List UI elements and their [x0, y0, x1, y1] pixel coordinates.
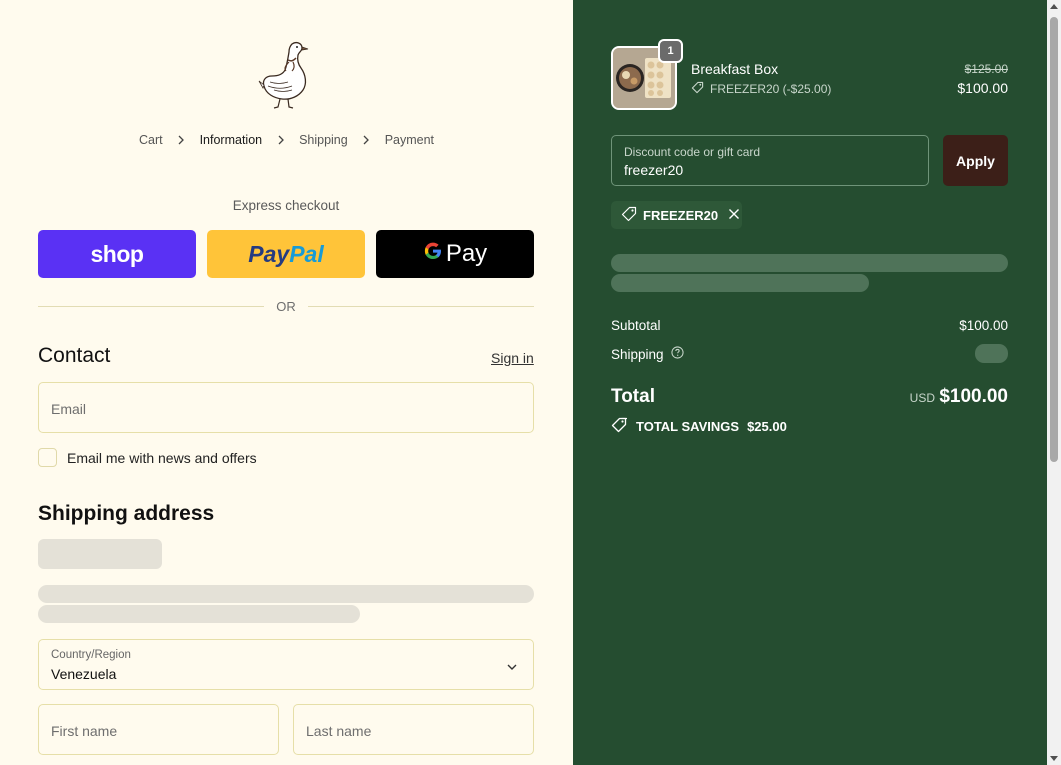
close-icon[interactable]	[728, 208, 740, 223]
loading-skeleton	[611, 274, 869, 292]
savings-value: $25.00	[747, 419, 787, 434]
email-placeholder: Email	[51, 401, 87, 417]
news-offers-label[interactable]: Email me with news and offers	[67, 450, 257, 466]
news-offers-checkbox[interactable]	[38, 448, 57, 467]
total-savings: TOTAL SAVINGS $25.00	[611, 417, 787, 436]
chevron-down-icon	[506, 660, 518, 672]
discount-code-field[interactable]: Discount code or gift card freezer20	[611, 135, 929, 186]
product-price: $100.00	[957, 80, 1008, 96]
chevron-right-icon	[275, 134, 287, 146]
order-summary-panel: 1 Breakfast Box FREEZER20 (-$25.00) $125…	[573, 0, 1061, 765]
subtotal-value: $100.00	[959, 318, 1008, 333]
google-pay-button[interactable]: Pay	[376, 230, 534, 278]
breadcrumb-shipping: Shipping	[299, 132, 348, 147]
discount-code-label: Discount code or gift card	[624, 145, 761, 159]
product-discount: FREEZER20 (-$25.00)	[691, 81, 831, 97]
applied-code-chip: FREEZER20	[611, 201, 742, 229]
country-value: Venezuela	[51, 666, 117, 682]
first-name-placeholder: First name	[51, 723, 118, 739]
product-name: Breakfast Box	[691, 61, 779, 77]
scroll-thumb[interactable]	[1050, 17, 1058, 462]
google-pay-label: Pay	[445, 240, 488, 267]
shipping-row: Shipping	[611, 346, 684, 362]
shipping-loading-skeleton	[975, 344, 1008, 363]
scroll-down-arrow-icon[interactable]	[1050, 756, 1058, 761]
or-text: OR	[276, 298, 296, 314]
google-g-icon	[423, 240, 443, 268]
loading-skeleton	[38, 539, 162, 569]
breadcrumb: Cart Information Shipping Payment	[0, 132, 573, 147]
applied-code-text: FREEZER20	[643, 207, 719, 223]
country-select[interactable]: Country/Region Venezuela	[38, 639, 534, 690]
apply-button[interactable]: Apply	[943, 135, 1008, 186]
savings-label: TOTAL SAVINGS	[636, 419, 740, 434]
or-divider: OR	[38, 297, 534, 315]
loading-skeleton	[611, 254, 1008, 272]
divider-line	[307, 305, 534, 307]
shop-pay-label: shop	[90, 240, 144, 267]
express-checkout-title: Express checkout	[232, 198, 340, 213]
first-name-field[interactable]: First name	[38, 704, 279, 755]
breadcrumb-information: Information	[199, 132, 263, 147]
chevron-right-icon	[175, 134, 187, 146]
paypal-label-part1: Pay	[248, 240, 290, 267]
sign-in-link[interactable]: Sign in	[491, 350, 534, 366]
breadcrumb-cart[interactable]: Cart	[139, 133, 163, 147]
shipping-label: Shipping	[611, 346, 664, 362]
checkout-form-panel: Cart Information Shipping Payment Expres…	[0, 0, 573, 765]
quantity-badge: 1	[658, 39, 683, 63]
original-price: $125.00	[964, 62, 1008, 76]
divider-line	[38, 305, 265, 307]
tag-icon	[691, 81, 710, 97]
scroll-up-arrow-icon[interactable]	[1050, 4, 1058, 9]
shop-pay-button[interactable]: shop	[38, 230, 196, 278]
email-field[interactable]: Email	[38, 382, 534, 433]
chevron-right-icon	[360, 134, 372, 146]
country-label: Country/Region	[51, 649, 131, 661]
paypal-button[interactable]: Pay Pal	[207, 230, 365, 278]
loading-skeleton	[38, 585, 534, 603]
paypal-label-part2: Pal	[289, 240, 324, 267]
tag-icon	[621, 206, 637, 225]
breadcrumb-payment: Payment	[384, 132, 435, 147]
discount-code-value: freezer20	[624, 162, 684, 178]
last-name-placeholder: Last name	[306, 723, 372, 739]
goose-logo[interactable]	[258, 38, 314, 110]
loading-skeleton	[38, 605, 360, 623]
contact-title: Contact	[38, 344, 111, 367]
subtotal-label: Subtotal	[611, 318, 661, 333]
scrollbar[interactable]	[1047, 0, 1061, 765]
help-circle-icon[interactable]	[664, 346, 684, 362]
currency-code: USD	[909, 391, 935, 405]
last-name-field[interactable]: Last name	[293, 704, 534, 755]
shipping-address-title: Shipping address	[38, 502, 215, 525]
total-label: Total	[611, 386, 655, 407]
product-discount-text: FREEZER20 (-$25.00)	[710, 82, 832, 96]
total-value: $100.00	[939, 386, 1008, 407]
savings-tag-icon	[611, 417, 636, 436]
